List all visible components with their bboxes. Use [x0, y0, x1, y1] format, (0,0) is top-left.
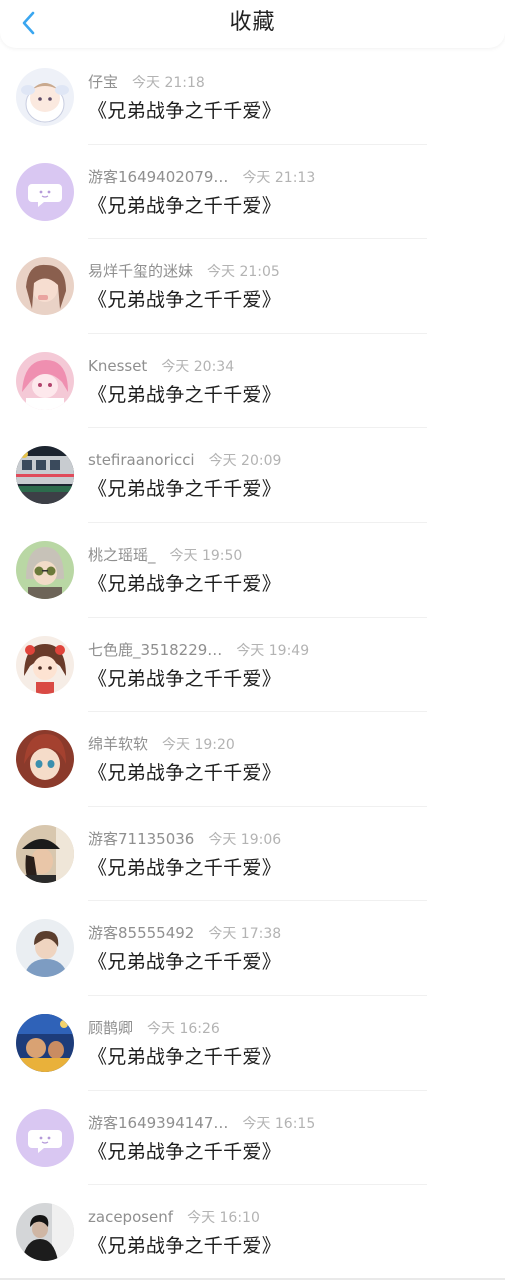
train-photo-icon[interactable]	[16, 446, 74, 505]
timestamp: 今天 20:34	[161, 358, 235, 375]
timestamp: 今天 17:38	[208, 926, 282, 943]
timestamp: 今天 19:50	[169, 548, 243, 564]
timestamp: 今天 19:49	[236, 642, 310, 659]
list-item[interactable]: Knesset 今天 20:34 《兄弟战争之千千爱》	[0, 334, 505, 429]
username: 绵羊软软	[88, 735, 149, 754]
chat-bubble-icon[interactable]	[16, 162, 74, 221]
list-item[interactable]: 游客85555492 今天 17:38 《兄弟战争之千千爱》	[0, 901, 505, 996]
favorites-page: 收藏 仔宝 今天 21:18 《兄弟战争之千千爱》 游客1649402079… …	[0, 0, 505, 1280]
book-title[interactable]: 《兄弟战争之千千爱》	[88, 572, 281, 596]
username: 七色鹿_3518229…	[88, 640, 223, 659]
top-bar: 收藏	[0, 0, 505, 48]
timestamp: 今天 19:20	[162, 737, 235, 754]
username: 易烊千玺的迷妹	[88, 262, 194, 281]
timestamp: 今天 21:18	[132, 75, 205, 91]
timestamp: 今天 16:15	[242, 1115, 316, 1132]
timestamp: 今天 20:09	[208, 453, 282, 470]
list-item[interactable]: 顾鹊卿 今天 16:26 《兄弟战争之千千爱》	[0, 996, 505, 1091]
username: 游客1649394147…	[88, 1113, 229, 1132]
list-item[interactable]: 易烊千玺的迷妹 今天 21:05 《兄弟战争之千千爱》	[0, 239, 505, 334]
username: stefiraanoricci	[88, 451, 195, 470]
username: 仔宝	[88, 73, 119, 91]
book-title[interactable]: 《兄弟战争之千千爱》	[88, 1140, 281, 1164]
photo-hat-icon[interactable]	[16, 824, 74, 883]
book-title[interactable]: 《兄弟战争之千千爱》	[88, 288, 281, 312]
list-item[interactable]: 仔宝 今天 21:18 《兄弟战争之千千爱》	[0, 50, 505, 145]
anime-redhair-icon[interactable]	[16, 730, 74, 789]
timestamp: 今天 16:10	[187, 1210, 260, 1227]
username: zaceposenf	[88, 1208, 174, 1227]
photo-scene-icon[interactable]	[16, 1014, 74, 1072]
list-item[interactable]: 游客71135036 今天 19:06 《兄弟战争之千千爱》	[0, 807, 505, 902]
username: 游客1649402079…	[88, 167, 229, 186]
list-item[interactable]: 桃之瑶瑶_ 今天 19:50 《兄弟战争之千千爱》	[0, 523, 505, 618]
book-title[interactable]: 《兄弟战争之千千爱》	[88, 99, 281, 123]
chat-bubble-icon[interactable]	[16, 1108, 74, 1167]
anime-glasses-icon[interactable]	[16, 541, 74, 599]
username: 顾鹊卿	[88, 1019, 134, 1037]
timestamp: 今天 16:26	[147, 1021, 220, 1037]
timestamp: 今天 19:06	[208, 831, 282, 848]
timestamp: 今天 21:05	[207, 264, 280, 281]
list-item[interactable]: 游客1649402079… 今天 21:13 《兄弟战争之千千爱》	[0, 145, 505, 240]
list-item[interactable]: 游客1649394147… 今天 16:15 《兄弟战争之千千爱》	[0, 1091, 505, 1186]
username: Knesset	[88, 356, 148, 375]
list-item[interactable]: 绵羊软软 今天 19:20 《兄弟战争之千千爱》	[0, 712, 505, 807]
anime-girl-icon[interactable]	[16, 635, 74, 694]
book-title[interactable]: 《兄弟战争之千千爱》	[88, 477, 281, 501]
list-item[interactable]: zaceposenf 今天 16:10 《兄弟战争之千千爱》	[0, 1185, 505, 1280]
book-title[interactable]: 《兄弟战争之千千爱》	[88, 1234, 281, 1258]
username: 游客85555492	[88, 924, 195, 943]
photo-dark-icon[interactable]	[16, 1203, 74, 1262]
anime-pink-icon[interactable]	[16, 351, 74, 410]
book-title[interactable]: 《兄弟战争之千千爱》	[88, 1045, 281, 1069]
timestamp: 今天 21:13	[242, 169, 316, 186]
book-title[interactable]: 《兄弟战争之千千爱》	[88, 383, 281, 407]
book-title[interactable]: 《兄弟战争之千千爱》	[88, 194, 281, 218]
anime-sheep-icon[interactable]	[16, 68, 74, 126]
book-title[interactable]: 《兄弟战争之千千爱》	[88, 667, 281, 691]
book-title[interactable]: 《兄弟战争之千千爱》	[88, 950, 281, 974]
book-title[interactable]: 《兄弟战争之千千爱》	[88, 856, 281, 880]
photo-avatar-icon[interactable]	[16, 257, 74, 316]
page-title: 收藏	[229, 10, 276, 35]
list-item[interactable]: stefiraanoricci 今天 20:09 《兄弟战争之千千爱》	[0, 428, 505, 523]
list-item[interactable]: 七色鹿_3518229… 今天 19:49 《兄弟战争之千千爱》	[0, 618, 505, 713]
username: 桃之瑶瑶_	[88, 546, 156, 564]
photo-child-icon[interactable]	[16, 919, 74, 978]
username: 游客71135036	[88, 829, 195, 848]
book-title[interactable]: 《兄弟战争之千千爱》	[88, 761, 281, 785]
